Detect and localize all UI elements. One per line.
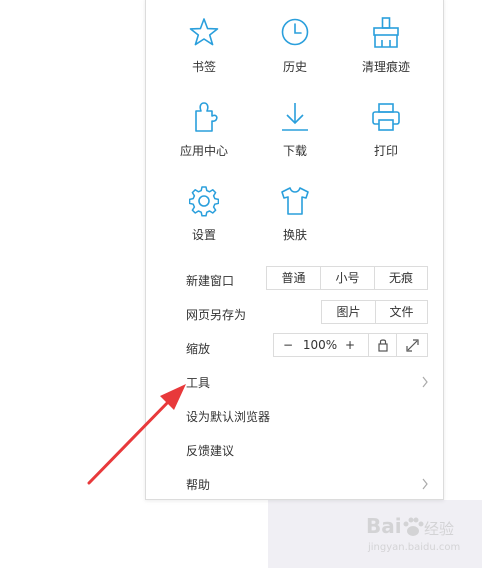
watermark-url: jingyan.baidu.com <box>368 542 461 553</box>
save-as-options: 图片 文件 <box>321 300 428 324</box>
grid-item-clear-traces[interactable]: 清理痕迹 <box>341 1 431 81</box>
printer-icon <box>372 103 400 131</box>
save-as-file-button[interactable]: 文件 <box>376 301 427 323</box>
grid-item-skin[interactable]: 换肤 <box>250 169 340 249</box>
lock-icon <box>378 339 388 352</box>
save-as-image-button[interactable]: 图片 <box>322 301 376 323</box>
star-icon <box>189 18 219 46</box>
grid-label: 清理痕迹 <box>361 60 410 74</box>
grid-label: 应用中心 <box>179 144 228 158</box>
watermark-brand-sub: 经验 <box>424 520 455 538</box>
new-window-options: 普通 小号 无痕 <box>266 266 428 290</box>
grid-label: 打印 <box>373 144 398 158</box>
new-window-label: 新建窗口 <box>186 274 235 288</box>
zoom-label: 缩放 <box>186 342 211 356</box>
menu-item-help[interactable]: 帮助 <box>186 476 210 493</box>
browser-menu: 书签 历史 清理痕迹 应用中心 下载 打印 设置 换肤 新建窗口 普通 小号 无… <box>145 0 444 500</box>
grid-label: 书签 <box>191 60 216 74</box>
broom-icon <box>373 17 399 48</box>
grid-label: 设置 <box>191 228 216 242</box>
download-icon <box>282 103 308 131</box>
grid-item-download[interactable]: 下载 <box>250 85 340 165</box>
grid-label: 换肤 <box>282 228 307 242</box>
grid-item-history[interactable]: 历史 <box>250 1 340 81</box>
new-window-small-button[interactable]: 小号 <box>321 267 375 289</box>
menu-item-feedback[interactable]: 反馈建议 <box>186 442 234 459</box>
new-window-incognito-button[interactable]: 无痕 <box>375 267 427 289</box>
zoom-value: 100% <box>302 338 338 352</box>
baidu-watermark: Bai 经验 jingyan.baidu.com <box>366 512 478 562</box>
zoom-lock-button[interactable] <box>368 334 396 356</box>
grid-label: 历史 <box>282 60 307 74</box>
puzzle-icon <box>195 102 218 132</box>
chevron-right-icon <box>422 478 428 490</box>
fullscreen-button[interactable] <box>396 334 427 356</box>
tshirt-icon <box>281 187 309 215</box>
chevron-right-icon <box>422 376 428 388</box>
grid-item-app-center[interactable]: 应用中心 <box>159 85 249 165</box>
grid-label: 下载 <box>282 144 307 158</box>
grid-item-bookmarks[interactable]: 书签 <box>159 1 249 81</box>
menu-item-set-default-browser[interactable]: 设为默认浏览器 <box>186 408 270 425</box>
new-window-normal-button[interactable]: 普通 <box>267 267 321 289</box>
expand-icon <box>406 339 419 352</box>
grid-item-print[interactable]: 打印 <box>341 85 431 165</box>
zoom-in-button[interactable]: + <box>340 334 360 356</box>
zoom-control: − 100% + <box>273 333 428 357</box>
watermark-brand: Bai <box>366 514 402 538</box>
menu-item-tools[interactable]: 工具 <box>186 374 210 391</box>
gear-icon <box>189 186 219 217</box>
paw-icon <box>403 517 424 536</box>
clock-icon <box>281 18 309 46</box>
save-as-label: 网页另存为 <box>186 308 247 322</box>
zoom-out-button[interactable]: − <box>278 334 298 356</box>
grid-item-settings[interactable]: 设置 <box>159 169 249 249</box>
